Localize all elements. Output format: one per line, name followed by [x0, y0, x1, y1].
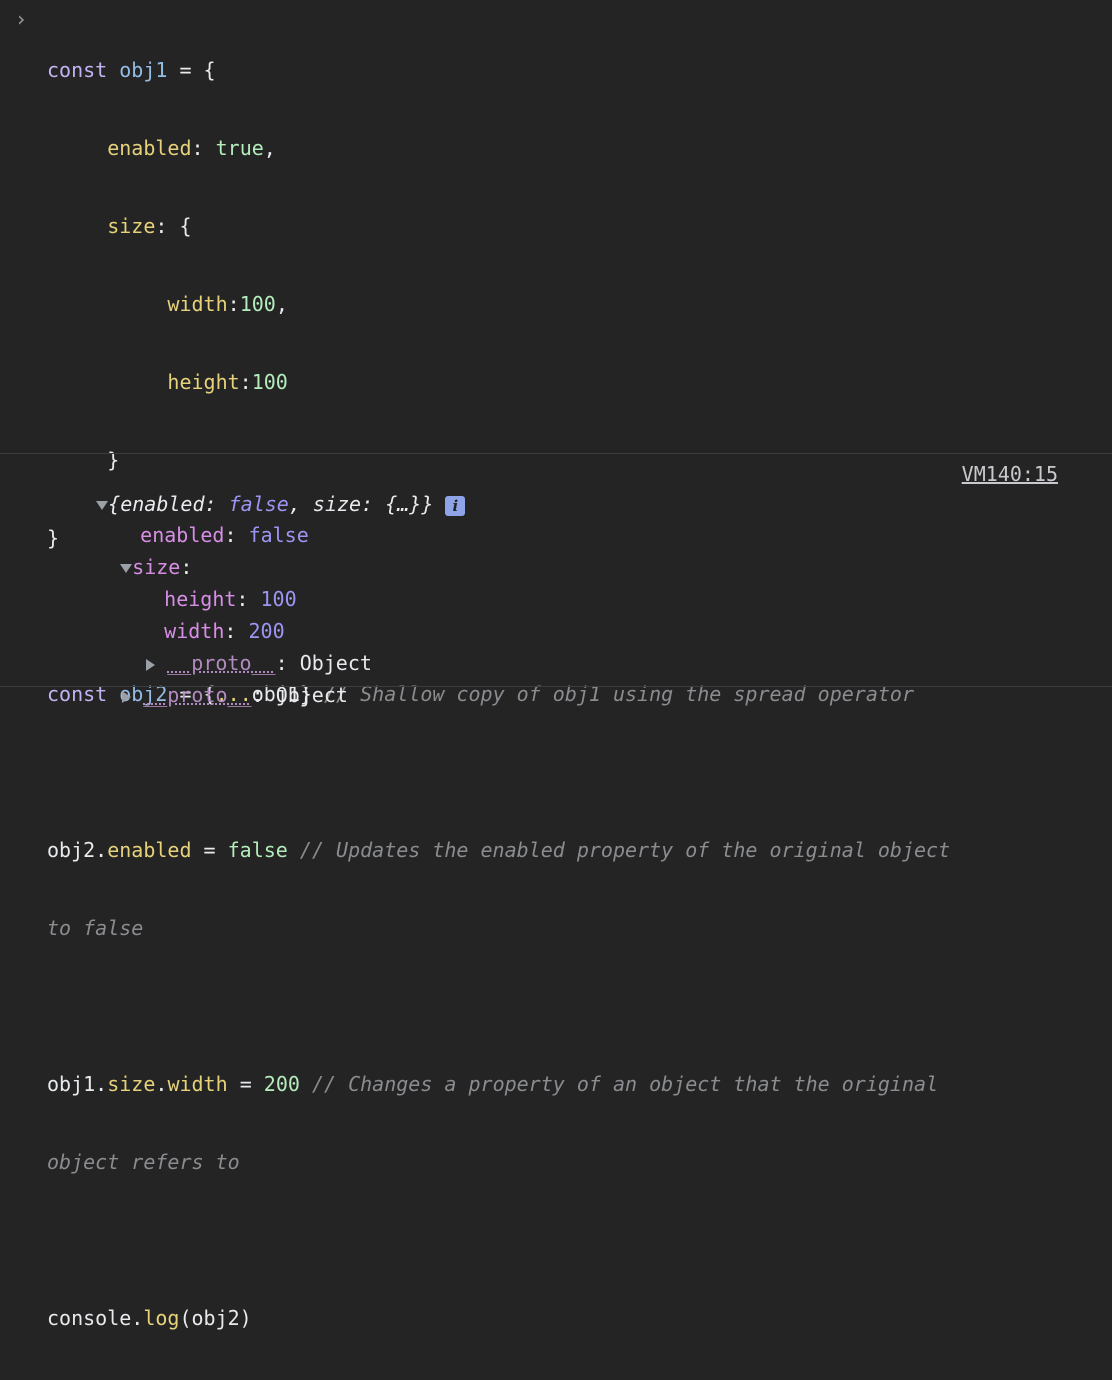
number-value: 100 — [251, 370, 288, 394]
code-text: , — [263, 136, 276, 160]
boolean-value: false — [227, 838, 288, 862]
property-name: size — [107, 1072, 156, 1096]
number-value: 200 — [263, 1072, 300, 1096]
property-name: width — [167, 292, 228, 316]
info-icon[interactable]: i — [445, 495, 466, 516]
property-name: size — [107, 214, 156, 238]
property-name: width — [167, 1072, 228, 1096]
code-text: : { — [155, 214, 192, 238]
property-row-proto[interactable]: __proto__: Object — [74, 653, 348, 707]
preview-brace: } — [421, 492, 434, 516]
code-text: . — [131, 1306, 144, 1330]
preview-value: {…} — [385, 492, 422, 516]
function-name: log — [143, 1306, 180, 1330]
code-text: console — [47, 1306, 132, 1330]
code-line: obj2.enabled = false // Updates the enab… — [47, 837, 1087, 863]
code-text: : — [191, 136, 216, 160]
console-output: {enabled: false, size: {…}} i enabled: f… — [0, 460, 1112, 707]
keyword: const — [47, 58, 108, 82]
console-bottom-divider — [0, 686, 1112, 687]
code-line: object refers to — [47, 1149, 1087, 1175]
object-preview-row[interactable]: {enabled: false, size: {…}} i — [48, 462, 466, 516]
code-text: , — [275, 292, 288, 316]
code-text: . — [95, 838, 108, 862]
number-value: 100 — [239, 292, 276, 316]
code-comment: to false — [47, 916, 144, 940]
code-comment: // Changes a property of an object that … — [299, 1072, 939, 1096]
code-text: : — [227, 292, 240, 316]
code-text: . — [95, 1072, 108, 1096]
code-line: width:100, — [47, 291, 1087, 317]
property-name: enabled — [107, 136, 192, 160]
code-text: obj1 — [47, 1072, 96, 1096]
expand-triangle-right-icon[interactable] — [122, 690, 132, 703]
code-line: console.log(obj2) — [47, 1305, 1087, 1331]
code-text: obj2 — [47, 838, 96, 862]
property-row-enabled: enabled: false — [92, 493, 309, 547]
preview-key: size — [312, 492, 362, 516]
property-name: enabled — [107, 838, 192, 862]
boolean-value: true — [215, 136, 264, 160]
property-row-width: width: 200 — [116, 589, 284, 643]
code-text: = { — [167, 58, 216, 82]
chevron-right-icon: › — [15, 7, 28, 31]
code-line: enabled: true, — [47, 135, 1087, 161]
property-row-proto-nested[interactable]: __proto__: Object — [98, 621, 372, 675]
variable-name: obj1 — [119, 58, 168, 82]
code-line: to false — [47, 915, 1087, 941]
code-line: obj1.size.width = 200 // Changes a prope… — [47, 1071, 1087, 1097]
code-text: . — [155, 1072, 168, 1096]
code-text: : — [239, 370, 252, 394]
code-text: = — [227, 1072, 264, 1096]
property-value: false — [248, 523, 309, 547]
property-colon: : — [224, 523, 249, 547]
code-line: height:100 — [47, 369, 1087, 395]
property-row-size[interactable]: size: — [72, 525, 192, 579]
code-text: (obj2) — [179, 1306, 252, 1330]
property-name: height — [167, 370, 240, 394]
code-line: size: { — [47, 213, 1087, 239]
property-row-height: height: 100 — [116, 557, 296, 611]
code-line: const obj1 = { — [47, 57, 1087, 83]
console-input-block[interactable]: › const obj1 = { enabled: true, size: { … — [0, 0, 1112, 1330]
console-divider — [0, 453, 1112, 454]
code-comment: object refers to — [47, 1150, 240, 1174]
code-text: = — [191, 838, 228, 862]
code-comment: // Updates the enabled property of the o… — [287, 838, 951, 862]
preview-sep: : — [361, 492, 386, 516]
